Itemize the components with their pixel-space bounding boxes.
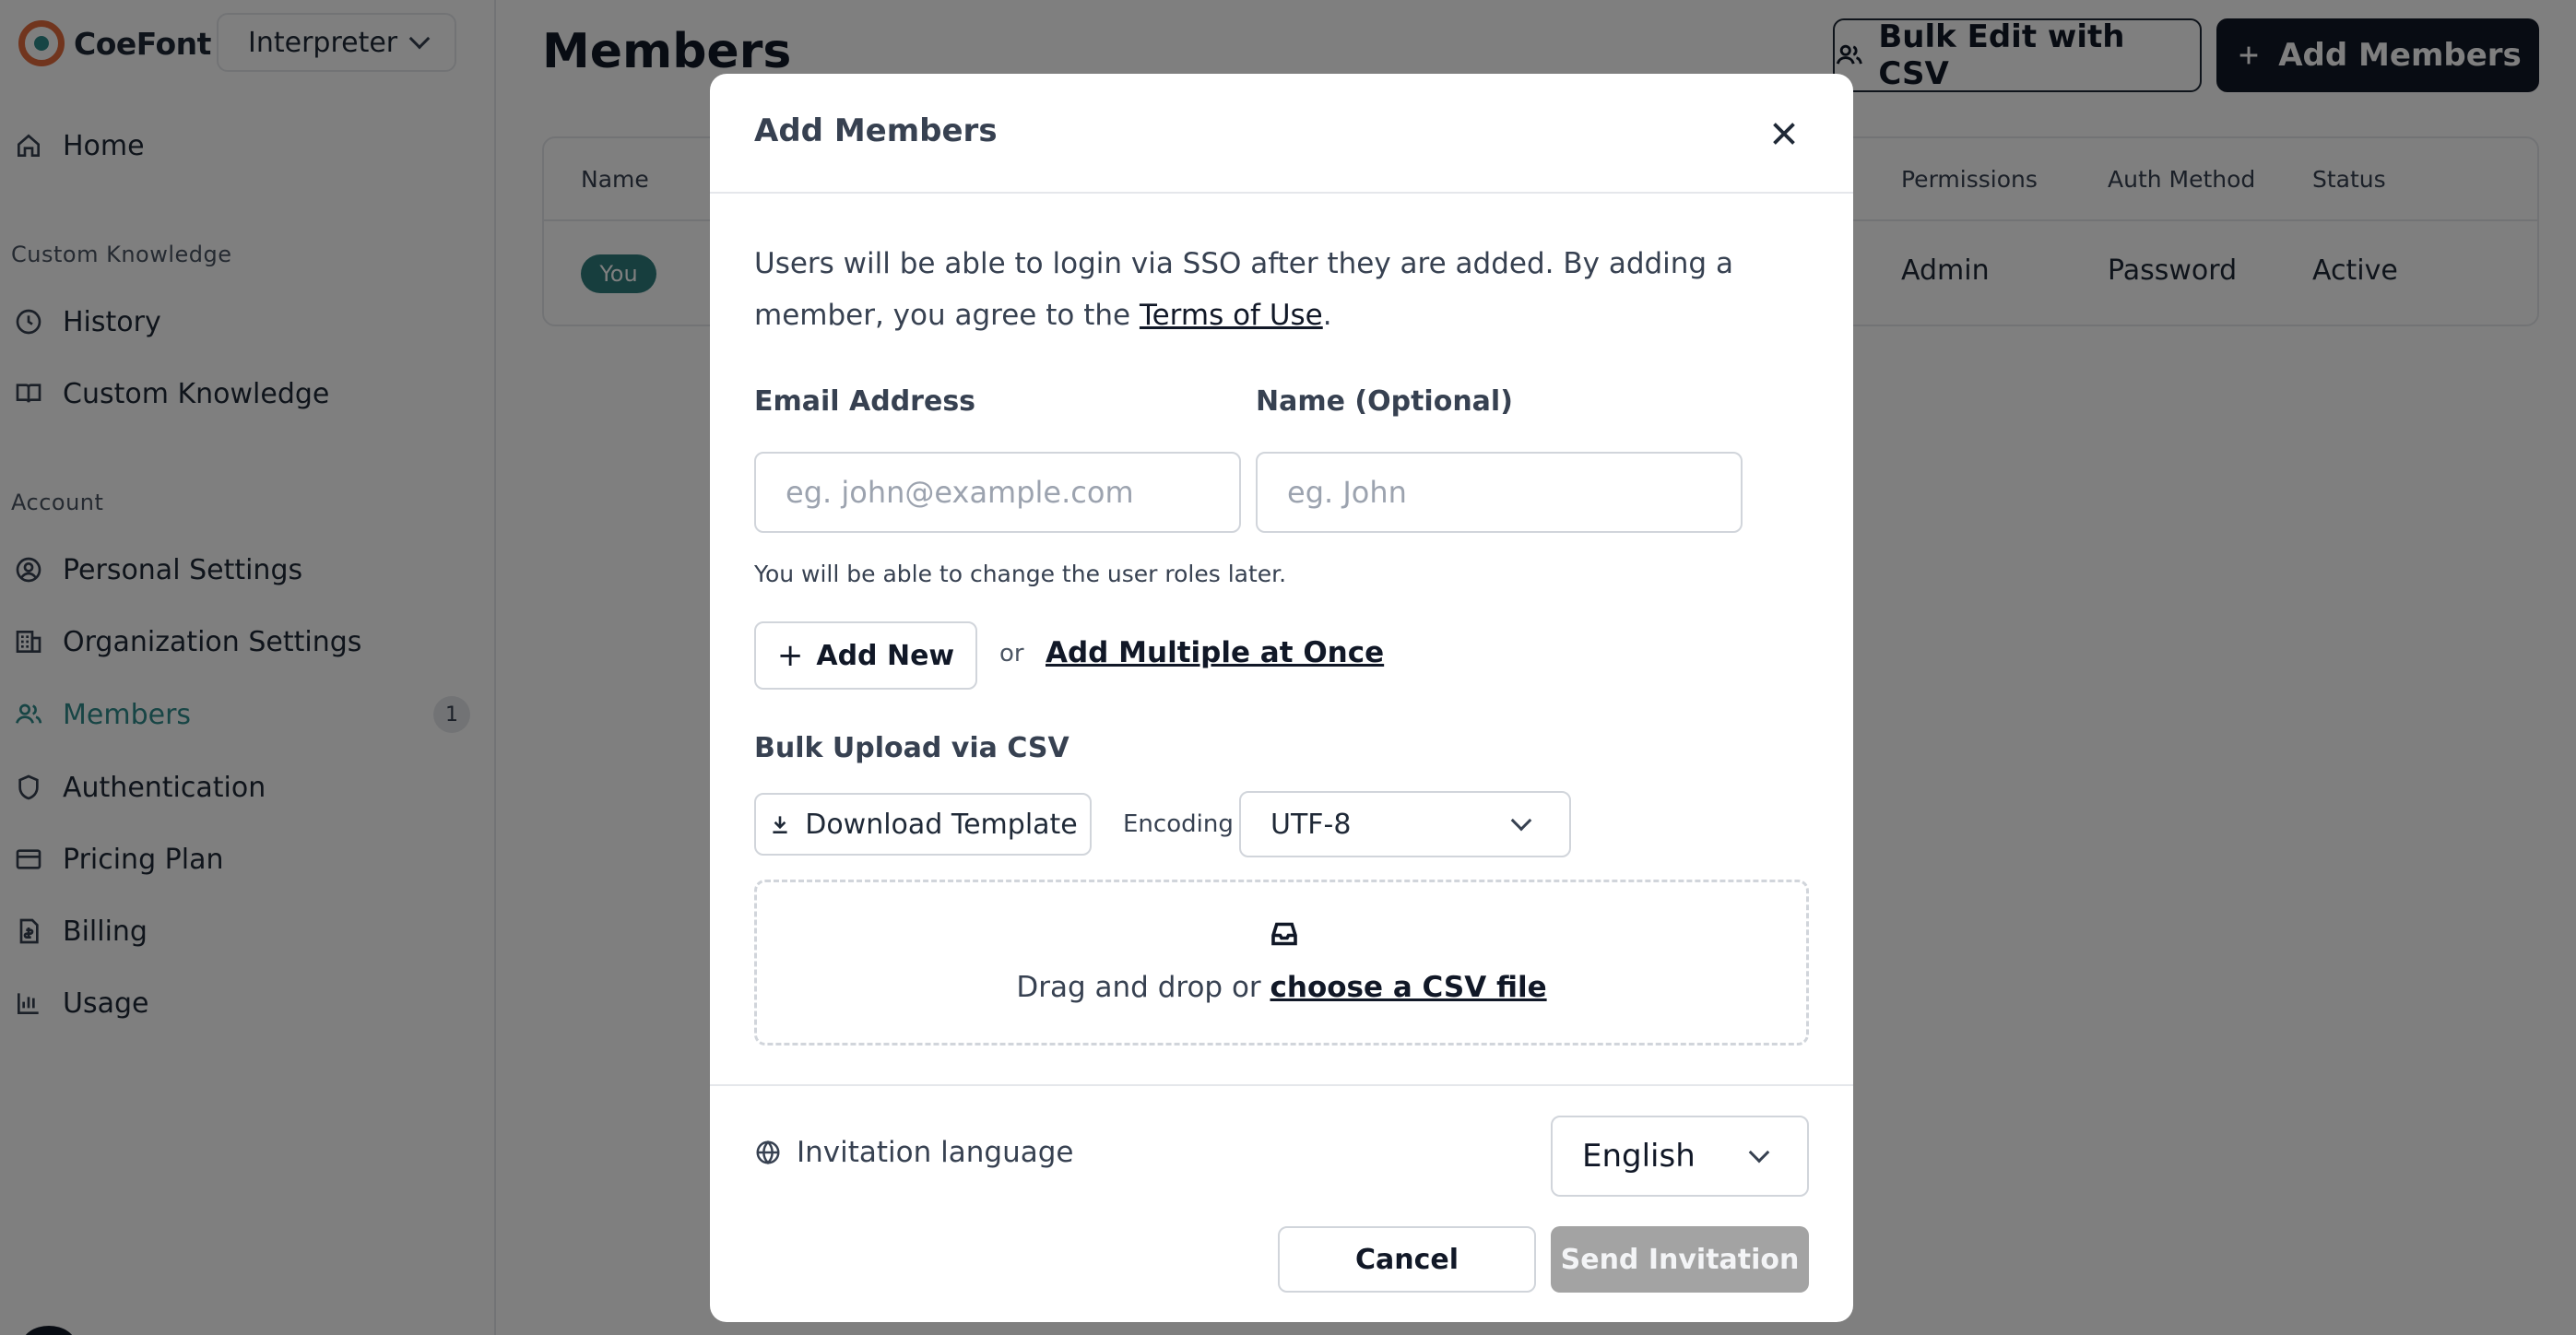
close-button[interactable] [1763,112,1805,155]
language-select[interactable]: English [1551,1116,1809,1197]
email-field[interactable] [754,452,1241,533]
inbox-icon [1268,917,1301,951]
roles-hint: You will be able to change the user role… [754,561,1287,587]
modal-title: Add Members [754,112,998,149]
download-template-button[interactable]: Download Template [754,793,1092,856]
encoding-label: Encoding [1123,810,1234,838]
globe-icon [756,1140,780,1165]
invitation-language-text: Invitation language [797,1136,1074,1169]
invitation-language-label: Invitation language [754,1136,1073,1169]
terms-of-use-link[interactable]: Terms of Use [1140,299,1323,332]
add-new-button[interactable]: + Add New [754,621,977,690]
email-label: Email Address [754,385,976,418]
add-multiple-link[interactable]: Add Multiple at Once [1046,636,1384,669]
encoding-value: UTF-8 [1270,808,1352,841]
add-new-label: Add New [816,639,955,672]
intro-text-period: . [1322,299,1332,332]
download-template-label: Download Template [805,808,1078,841]
dropzone-text-body: Drag and drop or [1016,971,1270,1004]
chevron-down-icon [1510,809,1532,832]
add-members-modal: Add Members Users will be able to login … [710,74,1853,1322]
cancel-button[interactable]: Cancel [1278,1226,1536,1293]
encoding-select[interactable]: UTF-8 [1239,791,1571,857]
close-icon [1773,123,1795,145]
name-label: Name (Optional) [1256,385,1513,418]
send-invitation-button[interactable]: Send Invitation [1551,1226,1809,1293]
csv-dropzone[interactable]: Drag and drop or choose a CSV file [754,880,1809,1046]
footer-divider [710,1084,1853,1086]
bulk-upload-label: Bulk Upload via CSV [754,732,1069,764]
plus-icon: + [776,637,804,674]
choose-csv-link[interactable]: choose a CSV file [1270,971,1547,1004]
intro-text: Users will be able to login via SSO afte… [754,238,1824,341]
or-separator: or [999,640,1024,668]
chevron-down-icon [1748,1141,1770,1164]
download-icon [773,816,787,833]
dropzone-text: Drag and drop or choose a CSV file [757,971,1806,1004]
modal-header: Add Members [710,74,1853,194]
name-field[interactable] [1256,452,1743,533]
language-value: English [1582,1138,1696,1175]
